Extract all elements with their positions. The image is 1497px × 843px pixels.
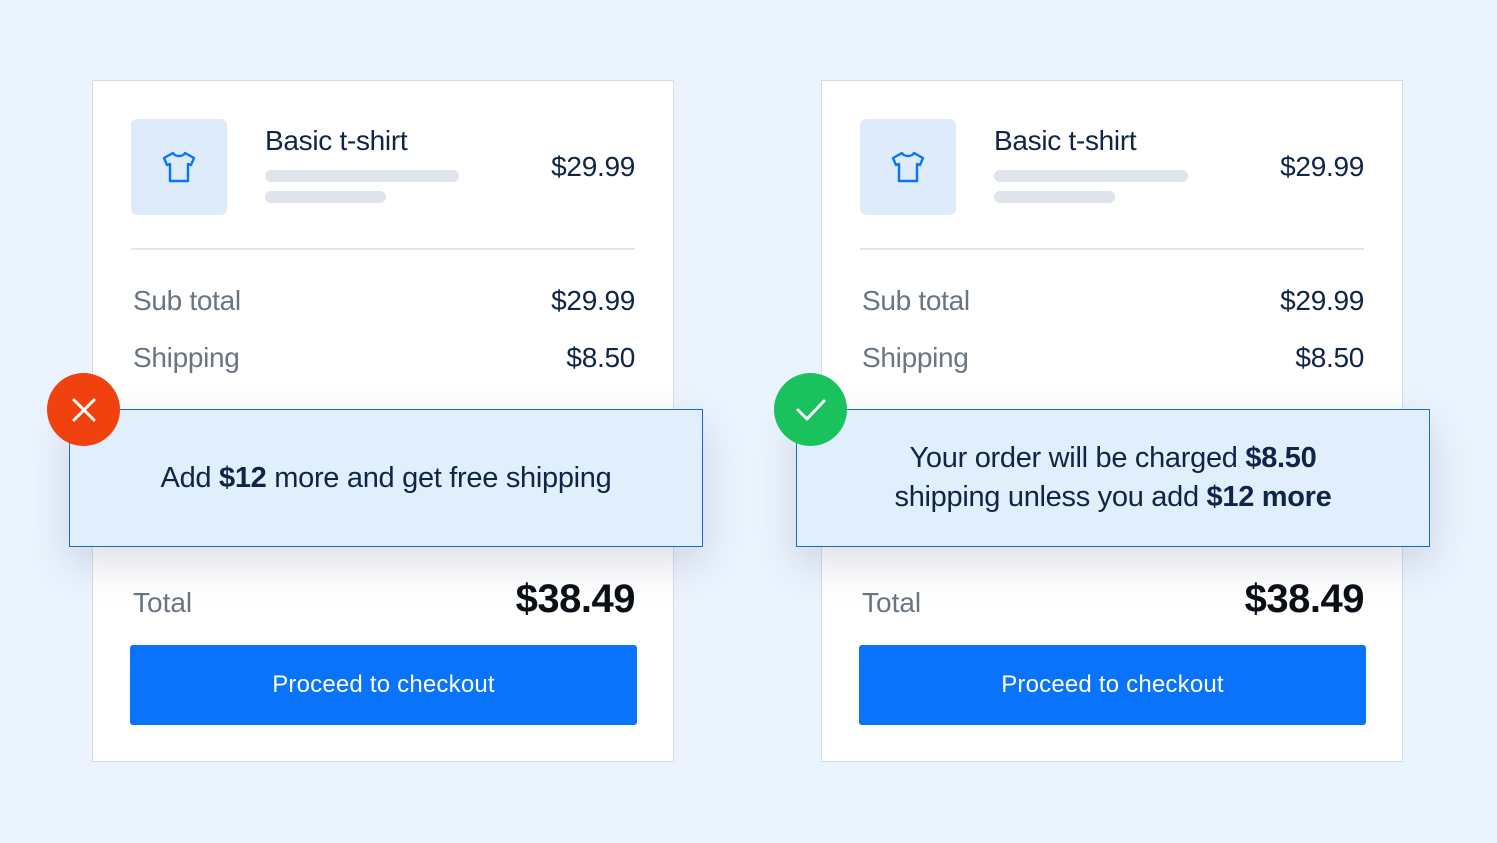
product-description-placeholder <box>994 170 1188 182</box>
product-price: $29.99 <box>551 151 635 182</box>
notice-amount: $12 <box>219 461 267 494</box>
shipping-value: $8.50 <box>1295 342 1364 373</box>
product-variant-placeholder <box>994 191 1115 203</box>
product-price: $29.99 <box>1280 151 1364 182</box>
subtotal-label: Sub total <box>862 285 970 316</box>
comparison-stage: Basic t-shirt $29.99 Sub total $29.99 Sh… <box>0 0 1497 843</box>
total-label: Total <box>862 587 922 618</box>
product-name: Basic t-shirt <box>265 125 408 156</box>
shipping-label: Shipping <box>133 342 240 373</box>
product-name: Basic t-shirt <box>994 125 1137 156</box>
shipping-charge-notice-good: Your order will be charged $8.50 shippin… <box>796 409 1430 547</box>
free-shipping-notice-bad: Add $12 more and get free shipping <box>69 409 703 547</box>
notice-text-part: more and get free shipping <box>266 461 612 494</box>
notice-add-amount: $12 more <box>1206 481 1332 513</box>
total-value: $38.49 <box>515 577 636 621</box>
shipping-value: $8.50 <box>566 342 635 373</box>
subtotal-value: $29.99 <box>551 285 635 316</box>
notice-text-part: Your order will be charged <box>909 442 1246 474</box>
product-thumbnail <box>860 119 956 215</box>
proceed-to-checkout-button[interactable]: Proceed to checkout <box>859 645 1366 725</box>
incorrect-badge <box>47 373 120 446</box>
product-thumbnail <box>131 119 227 215</box>
total-value: $38.49 <box>1244 577 1365 621</box>
notice-text: Your order will be charged $8.50 shippin… <box>895 439 1332 517</box>
t-shirt-icon <box>891 151 925 183</box>
proceed-to-checkout-button[interactable]: Proceed to checkout <box>130 645 637 725</box>
notice-line-2: shipping unless you add $12 more <box>895 478 1332 517</box>
shipping-label: Shipping <box>862 342 969 373</box>
correct-badge <box>774 373 847 446</box>
notice-text-part: shipping unless you add <box>894 481 1207 513</box>
product-variant-placeholder <box>265 191 386 203</box>
close-icon <box>72 398 95 421</box>
total-label: Total <box>133 587 193 618</box>
product-description-placeholder <box>265 170 459 182</box>
subtotal-label: Sub total <box>133 285 241 316</box>
divider <box>131 248 635 250</box>
t-shirt-icon <box>162 151 196 183</box>
notice-shipping-amount: $8.50 <box>1245 442 1317 474</box>
check-icon <box>796 399 825 420</box>
notice-text-part: Add <box>160 461 219 494</box>
subtotal-value: $29.99 <box>1280 285 1364 316</box>
divider <box>860 248 1364 250</box>
notice-text: Add $12 more and get free shipping <box>161 459 612 498</box>
notice-line-1: Your order will be charged $8.50 <box>895 439 1332 478</box>
